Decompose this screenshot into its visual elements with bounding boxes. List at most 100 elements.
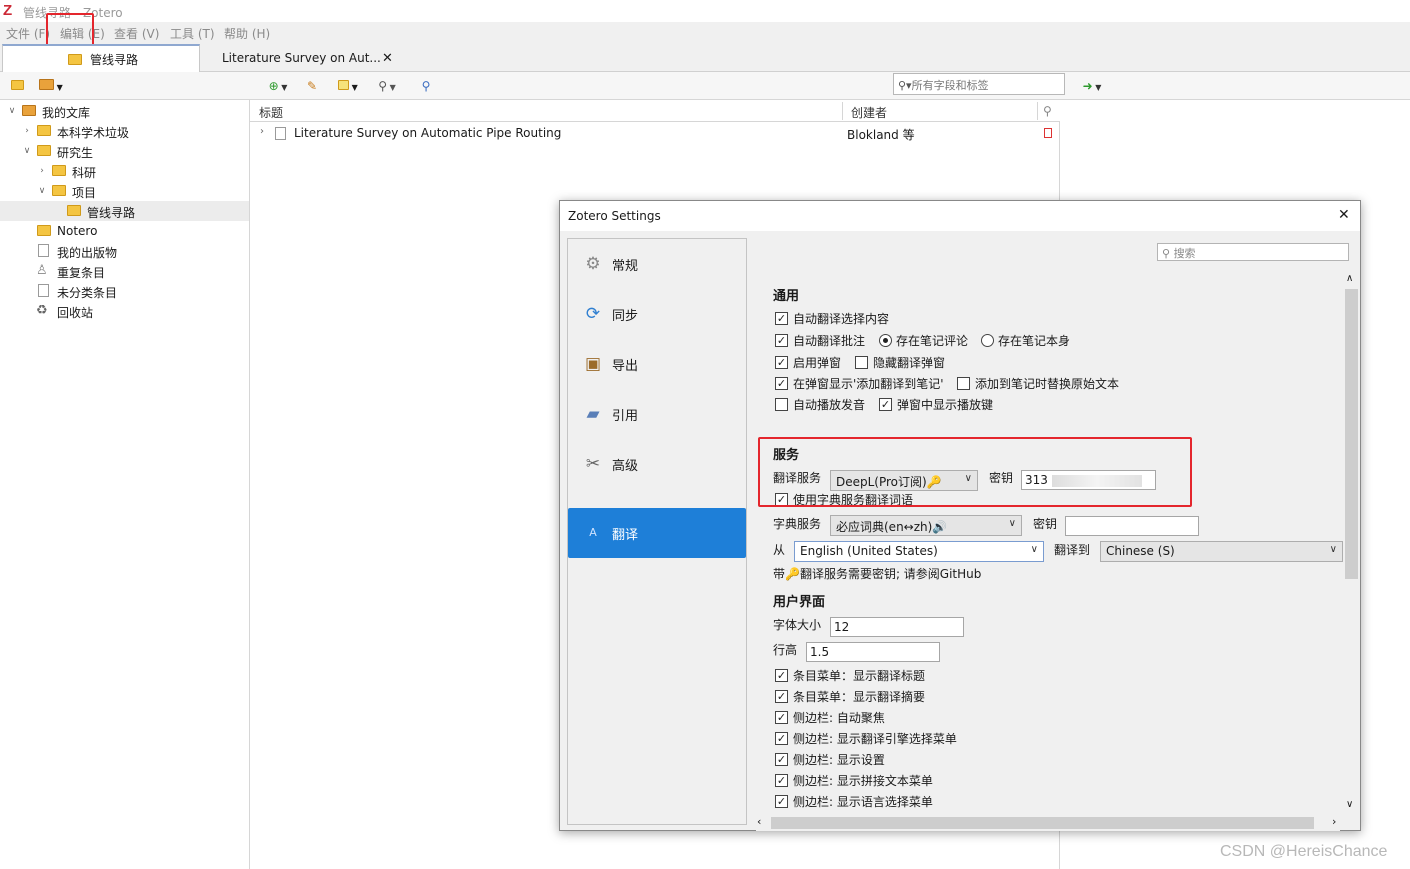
line-height-input[interactable]: 1.5 [806,642,940,662]
font-size-input[interactable]: 12 [830,617,964,637]
new-item-icon[interactable]: ⊕ ▼ [264,78,292,94]
chevron-right-icon[interactable]: › [37,166,47,176]
translate-icon: A [589,526,597,539]
new-library-menu-icon[interactable]: ▼ [37,78,65,94]
collection-item[interactable]: ∨ 研究生 [0,141,249,161]
collection-my-library[interactable]: ∨ 我的文库 [0,101,249,121]
ui-option-checkbox[interactable]: ✓ 条目菜单：显示翻译摘要 [775,687,925,705]
add-by-identifier-icon[interactable]: ✎ [303,78,321,94]
collection-item[interactable]: 我的出版物 [0,241,249,261]
scroll-up-icon[interactable]: ∧ [1346,273,1353,284]
pdf-icon[interactable] [1044,128,1052,138]
replace-original-checkbox[interactable]: 添加到笔记时替换原始文本 [957,374,1119,392]
menu-view[interactable]: 查看 (V) [114,25,159,42]
highlight-box-service [758,437,1192,507]
from-language-label: 从 [773,543,786,557]
menu-tools[interactable]: 工具 (T) [170,25,215,42]
save-in-comment-radio[interactable]: 存在笔记评论 [879,331,968,349]
chevron-down-icon[interactable]: ∨ [37,186,47,196]
zotero-logo-icon: Z [3,2,13,19]
ui-option-checkbox[interactable]: ✓ 侧边栏: 显示设置 [775,750,885,768]
to-language-select[interactable]: Chinese (S) ∨ [1100,541,1343,562]
table-row[interactable]: › Literature Survey on Automatic Pipe Ro… [250,123,1060,143]
chevron-right-icon[interactable]: › [260,126,264,137]
chevron-down-icon: ∨ [1030,544,1038,555]
menubar: 文件 (F) 编辑 (E) 查看 (V) 工具 (T) 帮助 (H) [0,22,1410,44]
chevron-down-icon[interactable]: ∨ [22,146,32,156]
collection-item[interactable]: ∨ 项目 [0,181,249,201]
attachment-column-icon[interactable]: ⚲ [1043,104,1052,118]
folder-icon: ▰ [586,404,600,424]
dict-service-select[interactable]: 必应词典(en↔zh)🔊 ∨ [830,515,1022,536]
chevron-right-icon[interactable]: › [22,126,32,136]
ui-option-checkbox[interactable]: ✓ 侧边栏: 自动聚焦 [775,708,885,726]
checkbox-checked[interactable]: ✓ [775,311,788,325]
from-language-select[interactable]: English (United States) ∨ [794,541,1044,562]
horizontal-scrollbar-thumb[interactable] [771,817,1314,829]
collection-item[interactable]: ♻ 回收站 [0,301,249,321]
dict-secret-input[interactable] [1065,516,1199,536]
search-icon: ⚲▾ [898,79,912,92]
tab-close-icon[interactable]: ✕ [382,51,393,66]
save-in-body-radio[interactable]: 存在笔记本身 [981,331,1070,349]
show-play-button-checkbox[interactable]: ✓ 弹窗中显示播放键 [879,395,993,413]
settings-dialog: Zotero Settings ✕ ⚙ 常规 ⟳ 同步 ▣ 导出 ▰ 引用 ✂ … [559,200,1361,831]
advanced-search-icon[interactable]: ⚲ [417,78,435,94]
scroll-down-icon[interactable]: ∨ [1346,799,1353,810]
auto-translate-annotation-checkbox[interactable]: ✓ 自动翻译批注 [775,331,865,349]
nav-cite[interactable]: ▰ 引用 [568,390,746,438]
nav-translate[interactable]: A 翻译 [568,508,746,558]
column-title[interactable]: 标题 [259,104,283,121]
scroll-right-icon[interactable]: › [1332,815,1336,828]
chevron-down-icon: ∨ [1329,544,1337,555]
ui-option-checkbox[interactable]: ✓ 侧边栏: 显示翻译引擎选择菜单 [775,729,957,747]
chevron-down-icon: ∨ [1008,518,1016,529]
collection-item[interactable]: 未分类条目 [0,281,249,301]
hide-popup-checkbox[interactable]: 隐藏翻译弹窗 [855,353,945,371]
tab-library[interactable]: 管线寻路 [2,44,200,72]
auto-translate-selection-checkbox[interactable]: ✓ 自动翻译选择内容 [775,309,889,327]
search-input[interactable]: ⚲▾所有字段和标签 [893,73,1065,95]
item-title: Literature Survey on Automatic Pipe Rout… [294,126,562,140]
tab-bar: 管线寻路 Literature Survey on Aut... ✕ [0,44,1410,72]
ui-option-checkbox[interactable]: ✓ 条目菜单：显示翻译标题 [775,666,925,684]
ui-option-checkbox[interactable]: ✓ 侧边栏: 显示语言选择菜单 [775,792,933,810]
collection-item[interactable]: › 科研 [0,161,249,181]
font-size-label: 字体大小 [773,618,822,632]
nav-general[interactable]: ⚙ 常规 [568,240,746,288]
folder-icon [68,53,82,65]
item-creator: Blokland 等 [847,128,915,142]
column-creator[interactable]: 创建者 [851,104,887,121]
show-add-to-note-checkbox[interactable]: ✓ 在弹窗显示'添加翻译到笔记' [775,374,944,392]
line-height-label: 行高 [773,643,798,657]
dialog-titlebar: Zotero Settings ✕ [560,201,1360,231]
attachment-icon[interactable]: ⚲ ▼ [373,78,401,94]
close-icon[interactable]: ✕ [1338,207,1350,223]
nav-sync[interactable]: ⟳ 同步 [568,290,746,338]
vertical-scrollbar-thumb[interactable] [1345,289,1358,579]
section-general-heading: 通用 [773,289,800,304]
folder-icon [37,225,51,236]
folder-icon [37,125,51,136]
trash-icon: ♻ [36,303,48,318]
settings-search-input[interactable]: ⚲ 搜索 [1157,243,1349,261]
collection-item[interactable]: ♙ 重复条目 [0,261,249,281]
scroll-left-icon[interactable]: ‹ [757,815,761,828]
gear-icon: ⚙ [585,254,601,274]
new-note-icon[interactable]: ▼ [334,78,362,94]
collection-item-selected[interactable]: 管线寻路 [0,201,249,221]
collection-item[interactable]: › 本科学术垃圾 [0,121,249,141]
collection-item[interactable]: Notero [0,221,249,241]
ui-option-checkbox[interactable]: ✓ 侧边栏: 显示拼接文本菜单 [775,771,933,789]
auto-play-audio-checkbox[interactable]: 自动播放发音 [775,395,865,413]
nav-advanced[interactable]: ✂ 高级 [568,440,746,488]
menu-help[interactable]: 帮助 (H) [224,25,270,42]
unfiled-icon [38,284,49,297]
new-collection-icon[interactable] [8,78,26,94]
tab-pdf[interactable]: Literature Survey on Aut... ✕ [222,44,400,72]
menu-file[interactable]: 文件 (F) [6,25,50,42]
nav-export[interactable]: ▣ 导出 [568,340,746,388]
enable-popup-checkbox[interactable]: ✓ 启用弹窗 [775,353,841,371]
chevron-down-icon[interactable]: ∨ [7,106,17,116]
locate-icon[interactable]: ➜ ▼ [1077,78,1107,94]
